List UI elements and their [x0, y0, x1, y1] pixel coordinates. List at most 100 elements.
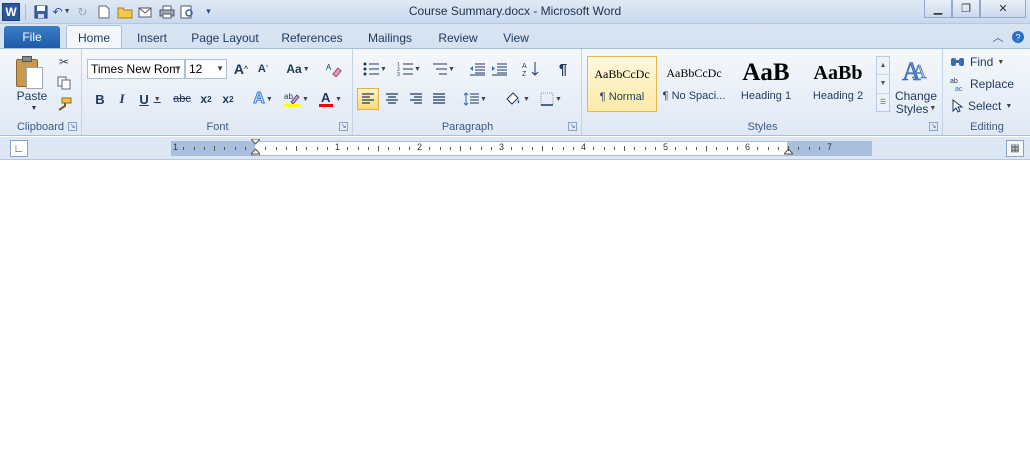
- document-page[interactable]: [172, 160, 872, 460]
- clear-formatting-icon[interactable]: A: [323, 60, 345, 78]
- gallery-more-icon[interactable]: ☰: [877, 94, 889, 111]
- ruler-tick: [357, 147, 359, 150]
- paragraph-group: ▼ 1 2 3 ▼ ▼ AZ ¶ ▼ ▼ ▼ Paragraph ↘: [354, 49, 582, 135]
- multilevel-list-icon[interactable]: ▼: [428, 59, 458, 79]
- font-launcher-icon[interactable]: ↘: [339, 122, 348, 131]
- underline-icon[interactable]: U ▼: [135, 89, 165, 109]
- svg-text:A: A: [522, 63, 527, 70]
- minimize-ribbon-icon[interactable]: ︿: [990, 29, 1006, 45]
- tab-review[interactable]: Review: [434, 28, 482, 48]
- change-styles-icon[interactable]: AA: [895, 53, 937, 85]
- ruler-tick: [398, 147, 400, 150]
- font-family-combo[interactable]: Times New Rom ▼: [87, 59, 185, 79]
- text-effects-icon[interactable]: A ▼: [249, 89, 277, 109]
- tab-selector-icon[interactable]: ∟: [10, 140, 28, 157]
- tab-references[interactable]: References: [278, 28, 346, 48]
- ruler-tick: [511, 147, 513, 150]
- font-family-dropdown-icon[interactable]: ▼: [174, 64, 182, 73]
- paragraph-launcher-icon[interactable]: ↘: [568, 122, 577, 131]
- style-no-spacing[interactable]: AaBbCcDc ¶ No Spaci...: [659, 56, 729, 112]
- font-size-dropdown-icon[interactable]: ▼: [216, 64, 224, 73]
- font-color-icon[interactable]: A ▼: [315, 89, 345, 109]
- close-icon[interactable]: ✕: [980, 0, 1026, 18]
- svg-text:?: ?: [1015, 33, 1020, 43]
- grow-font-icon[interactable]: A ^: [231, 60, 251, 78]
- tab-insert[interactable]: Insert: [130, 28, 174, 48]
- numbering-icon[interactable]: 1 2 3 ▼: [394, 59, 424, 79]
- tab-page-layout[interactable]: Page Layout: [188, 28, 262, 48]
- select-label: Select: [968, 99, 1002, 113]
- ruler-number: 4: [581, 142, 587, 152]
- style-heading-1[interactable]: AaB Heading 1: [731, 56, 801, 112]
- subscript-icon[interactable]: x2: [197, 89, 215, 109]
- ruler-tick: [439, 147, 441, 150]
- view-ruler-icon[interactable]: ▦: [1006, 140, 1024, 157]
- bullets-icon[interactable]: ▼: [360, 59, 390, 79]
- styles-launcher-icon[interactable]: ↘: [929, 122, 938, 131]
- format-painter-icon[interactable]: [54, 95, 74, 113]
- first-line-indent-icon[interactable]: [249, 138, 262, 157]
- ruler-tick: [706, 146, 707, 151]
- superscript-icon[interactable]: x2: [219, 89, 237, 109]
- tab-view[interactable]: View: [498, 28, 534, 48]
- restore-icon[interactable]: ❐: [952, 0, 980, 18]
- font-size-combo[interactable]: 12 ▼: [185, 59, 227, 79]
- center-icon[interactable]: [381, 89, 403, 109]
- cut-icon[interactable]: ✂: [54, 53, 74, 71]
- editing-group: Find ▼ ab ac Replace Select ▼ Editing: [944, 49, 1030, 135]
- clipboard-launcher-icon[interactable]: ↘: [68, 122, 77, 131]
- increase-indent-icon[interactable]: [488, 59, 510, 79]
- select-button[interactable]: Select ▼: [950, 97, 1020, 115]
- ruler-number: 1: [173, 142, 179, 152]
- style-name: Heading 2: [812, 90, 864, 102]
- shading-icon[interactable]: ▼: [502, 89, 532, 109]
- ruler-tick: [603, 147, 605, 150]
- horizontal-ruler[interactable]: 1 1 2 3 4 5 6 7: [171, 138, 872, 157]
- align-left-icon[interactable]: [357, 88, 379, 110]
- decrease-indent-icon[interactable]: [466, 59, 488, 79]
- find-icon: [951, 58, 964, 66]
- show-formatting-marks-icon[interactable]: ¶: [552, 59, 574, 79]
- tab-file[interactable]: File: [4, 26, 60, 48]
- change-styles-button-line2[interactable]: Styles ▼: [889, 102, 943, 116]
- copy-icon[interactable]: [54, 74, 74, 92]
- paste-button[interactable]: Paste: [10, 89, 54, 103]
- align-right-icon[interactable]: [405, 89, 427, 109]
- ruler-tick: [552, 147, 554, 150]
- strikethrough-icon[interactable]: abc: [171, 89, 193, 109]
- shrink-font-icon[interactable]: Aˇ: [253, 60, 273, 78]
- italic-icon[interactable]: I: [113, 89, 131, 109]
- tab-home[interactable]: Home: [66, 25, 122, 49]
- text-highlight-color-icon[interactable]: ab ▼: [281, 89, 311, 109]
- ruler-number: 2: [417, 142, 423, 152]
- bold-icon[interactable]: B: [91, 89, 109, 109]
- sort-icon[interactable]: AZ: [520, 59, 542, 79]
- ruler-tick: [480, 147, 482, 150]
- justify-icon[interactable]: [428, 89, 450, 109]
- gallery-up-icon[interactable]: ▲: [877, 57, 889, 76]
- style-normal[interactable]: AaBbCcDc ¶ Normal: [587, 56, 657, 112]
- ruler-tick: [265, 147, 267, 150]
- ruler-tick: [203, 147, 205, 150]
- tab-mailings[interactable]: Mailings: [362, 28, 418, 48]
- gallery-down-icon[interactable]: ▼: [877, 75, 889, 94]
- style-name: ¶ Normal: [599, 91, 645, 103]
- ruler-tick: [716, 147, 718, 150]
- change-case-icon[interactable]: Aa ▼: [285, 60, 311, 78]
- borders-icon[interactable]: ▼: [536, 89, 566, 109]
- paste-dropdown-icon[interactable]: ▼: [29, 103, 39, 113]
- svg-text:ac: ac: [955, 86, 963, 92]
- paste-icon[interactable]: [12, 55, 46, 91]
- help-icon[interactable]: ?: [1010, 29, 1026, 45]
- change-styles-button[interactable]: Change: [889, 89, 943, 103]
- minimize-icon[interactable]: ▁: [924, 0, 952, 18]
- ruler-tick: [378, 146, 379, 151]
- styles-gallery-scroll[interactable]: ▲ ▼ ☰: [876, 56, 890, 112]
- ruler-tick: [275, 147, 277, 150]
- svg-text:ab: ab: [284, 92, 293, 101]
- find-button[interactable]: Find ▼: [950, 53, 1020, 71]
- replace-button[interactable]: ab ac Replace: [950, 75, 1026, 93]
- style-heading-2[interactable]: AaBb Heading 2: [803, 56, 873, 112]
- line-spacing-icon[interactable]: ▼: [460, 89, 490, 109]
- font-group-label: Font: [206, 121, 229, 133]
